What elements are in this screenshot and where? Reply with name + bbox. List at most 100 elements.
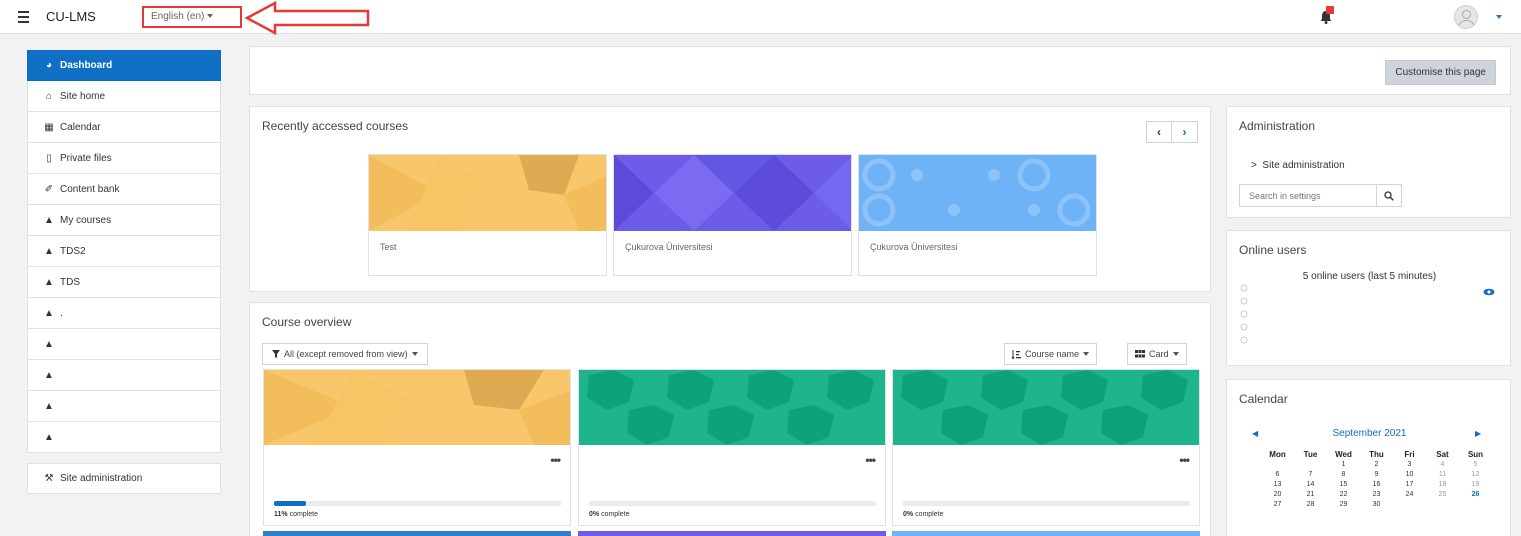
calendar-day[interactable]: 21 [1294,490,1327,500]
search-input[interactable] [1239,184,1377,207]
customise-page-button[interactable]: Customise this page [1385,60,1496,85]
calendar-day[interactable]: 12 [1459,470,1492,480]
calendar-day [1426,500,1459,510]
sidebar-item[interactable]: ▲ TDS2 [27,236,221,267]
sidebar-item-label: Content bank [60,183,120,195]
view-dropdown[interactable]: Card [1127,343,1187,365]
calendar-day[interactable]: 2 [1360,460,1393,470]
site-brand[interactable]: CU-LMS [46,9,96,24]
grid-icon [1135,350,1145,358]
chevron-down-icon [207,14,214,19]
site-administration-link[interactable]: > Site administration [1251,160,1345,171]
user-icon[interactable] [1239,323,1249,333]
sidebar-item[interactable]: ▲ My courses [27,205,221,236]
course-card-next[interactable] [578,531,886,536]
sidebar-item[interactable]: ▦ Calendar [27,112,221,143]
menu-icon[interactable] [12,7,34,27]
calendar-day[interactable]: 17 [1393,480,1426,490]
search-button[interactable] [1377,184,1402,207]
calendar-day[interactable]: 6 [1261,470,1294,480]
eye-icon[interactable] [1483,288,1495,296]
course-card[interactable]: Çukurova Üniversitesi [858,154,1097,276]
graduation-cap-icon: ▲ [44,276,54,288]
filter-dropdown[interactable]: All (except removed from view) [262,343,428,365]
course-card-next[interactable] [263,531,571,536]
course-image[interactable] [264,370,570,445]
course-card[interactable]: Test [368,154,607,276]
calendar-day[interactable]: 27 [1261,500,1294,510]
calendar-day[interactable]: 22 [1327,490,1360,500]
chevron-right-icon[interactable]: › [1172,121,1198,143]
calendar-day[interactable]: 26 [1459,490,1492,500]
sidebar-item[interactable]: ▲ [27,329,221,360]
course-card[interactable]: ••• 0% complete [892,369,1200,526]
calendar-day[interactable]: 25 [1426,490,1459,500]
course-card[interactable]: ••• 0% complete [578,369,886,526]
sidebar-item-label: Private files [60,152,112,164]
course-name[interactable]: Çukurova Üniversitesi [870,242,958,252]
sidebar-item[interactable]: ◕ Dashboard [27,50,221,81]
more-options-icon[interactable]: ••• [550,453,561,467]
sidebar-item[interactable]: ▲ [27,422,221,453]
calendar-weekday: Fri [1404,450,1415,459]
calendar-day[interactable]: 9 [1360,470,1393,480]
calendar-day[interactable]: 7 [1294,470,1327,480]
calendar-day[interactable]: 30 [1360,500,1393,510]
calendar-day[interactable]: 29 [1327,500,1360,510]
calendar-day[interactable]: 3 [1393,460,1426,470]
arrow-right-icon[interactable]: ▶ [1475,429,1481,438]
avatar[interactable] [1454,5,1478,29]
calendar-day[interactable]: 19 [1459,480,1492,490]
user-icon[interactable] [1239,336,1249,346]
graduation-cap-icon: ▲ [44,307,54,319]
course-card[interactable]: Çukurova Üniversitesi [613,154,852,276]
course-image[interactable] [579,370,885,445]
chevron-left-icon[interactable]: ‹ [1146,121,1172,143]
calendar-day[interactable]: 14 [1294,480,1327,490]
user-icon[interactable] [1239,284,1249,294]
sidebar-item[interactable]: ▲ [27,391,221,422]
sidebar-item[interactable]: ▲. [27,298,221,329]
calendar-day[interactable]: 11 [1426,470,1459,480]
calendar-day[interactable]: 1 [1327,460,1360,470]
calendar-day[interactable]: 13 [1261,480,1294,490]
calendar-month[interactable]: September 2021 [1227,428,1512,439]
chevron-down-icon[interactable] [1496,15,1502,19]
calendar-day[interactable]: 8 [1327,470,1360,480]
course-card[interactable]: ••• 11% complete [263,369,571,526]
calendar-day[interactable]: 15 [1327,480,1360,490]
brush-icon: ✐ [44,183,54,195]
course-name[interactable]: Çukurova Üniversitesi [625,242,713,252]
course-image[interactable] [893,370,1199,445]
calendar-day[interactable]: 4 [1426,460,1459,470]
calendar-day[interactable]: 18 [1426,480,1459,490]
calendar-day[interactable]: 23 [1360,490,1393,500]
calendar-day[interactable]: 20 [1261,490,1294,500]
course-image[interactable] [614,155,851,231]
user-icon[interactable] [1239,310,1249,320]
sidebar-item[interactable]: ▯ Private files [27,143,221,174]
sidebar-item[interactable]: ▲ [27,360,221,391]
more-options-icon[interactable]: ••• [865,453,876,467]
sidebar-item-site-administration[interactable]: ⚒ Site administration [27,463,221,494]
user-icon[interactable] [1239,297,1249,307]
course-name[interactable]: Test [380,242,397,252]
graduation-cap-icon: ▲ [44,338,54,350]
language-menu[interactable]: English (en) [142,6,242,28]
calendar-day[interactable]: 10 [1393,470,1426,480]
calendar-day[interactable]: 16 [1360,480,1393,490]
sidebar-item[interactable]: ✐ Content bank [27,174,221,205]
course-image[interactable] [369,155,606,231]
course-image[interactable] [859,155,1096,231]
sidebar-item-label: My courses [60,214,112,226]
sort-dropdown[interactable]: Course name [1004,343,1098,365]
calendar-day[interactable]: 24 [1393,490,1426,500]
nav-drawer: ◕ Dashboard ⌂ Site home ▦ Calendar ▯ Private fi… [27,50,221,494]
online-users-count: 5 online users (last 5 minutes) [1302,271,1437,282]
calendar-day[interactable]: 28 [1294,500,1327,510]
sidebar-item[interactable]: ⌂ Site home [27,81,221,112]
more-options-icon[interactable]: ••• [1179,453,1190,467]
sidebar-item[interactable]: ▲ TDS [27,267,221,298]
calendar-day[interactable]: 5 [1459,460,1492,470]
course-card-next[interactable] [892,531,1200,536]
